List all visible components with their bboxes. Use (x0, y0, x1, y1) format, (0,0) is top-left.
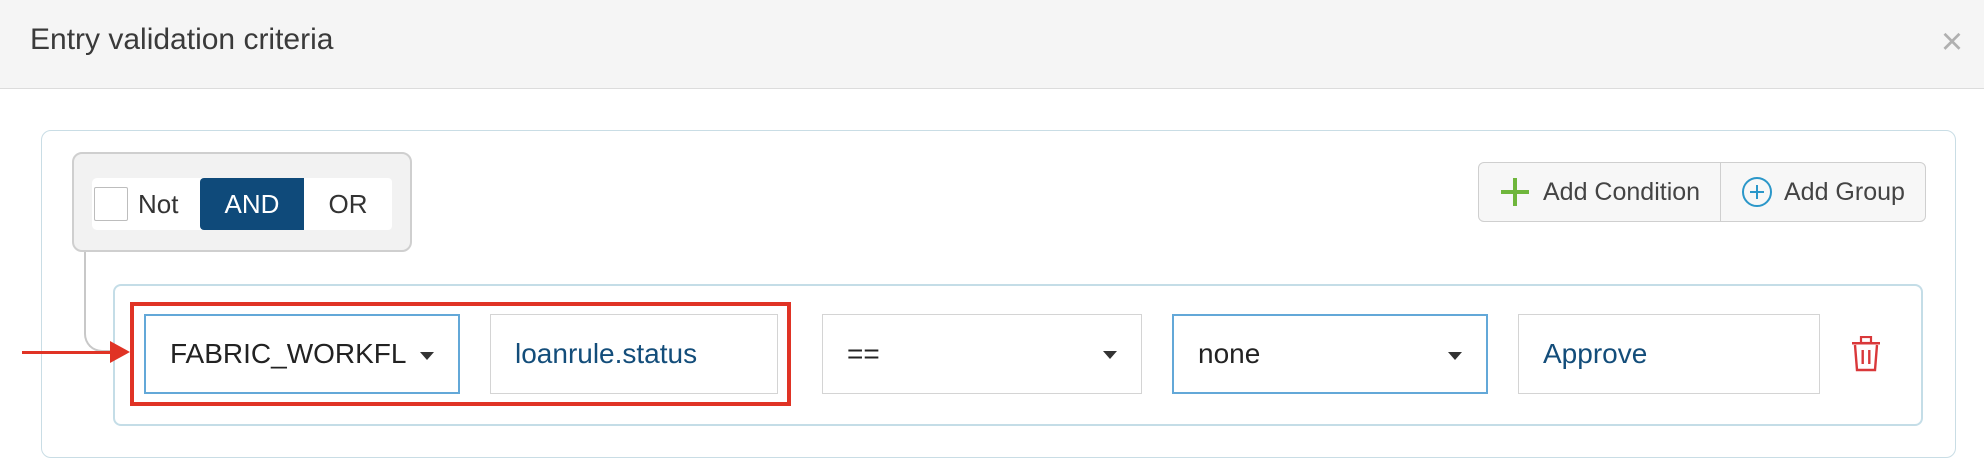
add-condition-label: Add Condition (1543, 178, 1701, 206)
trash-icon-graphic (1852, 335, 1880, 372)
dialog-title: Entry validation criteria (30, 23, 334, 56)
trash-icon[interactable] (1850, 335, 1882, 372)
and-toggle-button[interactable]: AND (200, 178, 304, 230)
operator-select-value: == (847, 338, 880, 369)
not-checkbox[interactable] (94, 187, 128, 221)
attribute-input-value: loanrule.status (515, 338, 698, 369)
plus-icon (1501, 178, 1529, 206)
dialog-header: Entry validation criteria × (0, 0, 1984, 89)
value-input[interactable]: Approve (1518, 314, 1820, 394)
value-input-value: Approve (1543, 338, 1648, 369)
annotation-arrow-line (22, 351, 118, 354)
caret-down-icon (1103, 351, 1117, 359)
field-select[interactable]: FABRIC_WORKFLOW (144, 314, 460, 394)
add-actions-button-group: Add Condition Add Group (1478, 162, 1926, 222)
or-toggle-button[interactable]: OR (304, 178, 392, 230)
logic-operator-panel: Not AND OR (72, 152, 412, 252)
modifier-select-value: none (1198, 338, 1261, 369)
caret-down-icon (1448, 352, 1462, 360)
close-icon[interactable]: × (1932, 22, 1972, 62)
add-condition-button[interactable]: Add Condition (1479, 163, 1721, 221)
attribute-input[interactable]: loanrule.status (490, 314, 778, 394)
not-label: Not (138, 189, 179, 219)
operator-select[interactable]: == (822, 314, 1142, 394)
annotation-arrow-head (110, 341, 130, 363)
add-group-button[interactable]: Add Group (1722, 163, 1926, 221)
modifier-select[interactable]: none (1172, 314, 1488, 394)
circle-plus-icon (1742, 177, 1772, 207)
add-group-label: Add Group (1784, 178, 1905, 206)
caret-down-icon (420, 352, 434, 360)
